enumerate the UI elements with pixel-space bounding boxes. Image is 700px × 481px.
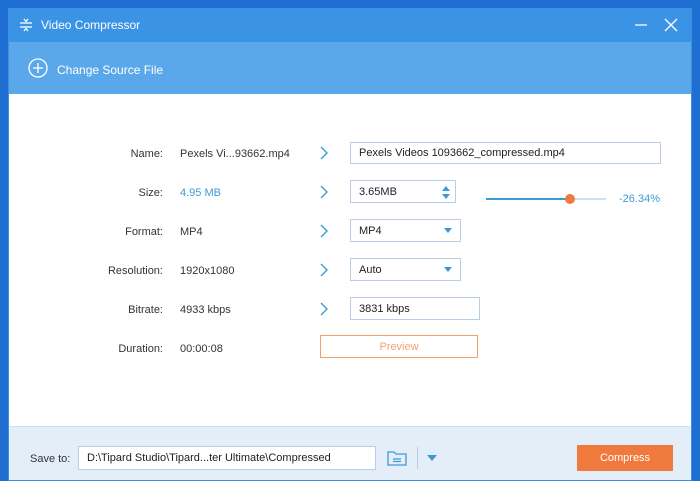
chevron-right-icon	[320, 185, 328, 199]
close-icon[interactable]	[661, 15, 681, 35]
chevron-right-icon	[320, 146, 328, 160]
size-change-percent: -26.34%	[619, 193, 660, 205]
source-resolution-value: 1920x1080	[180, 265, 235, 277]
chevron-down-icon	[427, 455, 437, 461]
save-path-value: D:\Tipard Studio\Tipard...ter Ultimate\C…	[87, 452, 331, 464]
size-label: Size:	[138, 187, 163, 199]
compressor-app-icon	[20, 18, 32, 32]
chevron-right-icon	[320, 302, 328, 316]
duration-label: Duration:	[118, 343, 163, 355]
save-path-dropdown-button[interactable]	[417, 447, 446, 469]
chevron-right-icon	[320, 263, 328, 277]
chevron-down-icon	[444, 267, 452, 272]
bitrate-label: Bitrate:	[128, 304, 163, 316]
format-selected-value: MP4	[359, 224, 382, 237]
save-footer: Save to: D:\Tipard Studio\Tipard...ter U…	[9, 426, 691, 480]
window-title: Video Compressor	[41, 18, 141, 32]
source-name-value: Pexels Vi...93662.mp4	[180, 148, 290, 160]
size-slider[interactable]	[486, 194, 606, 204]
source-size-value: 4.95 MB	[180, 187, 221, 199]
output-name-input[interactable]: Pexels Videos 1093662_compressed.mp4	[350, 142, 661, 164]
format-label: Format:	[125, 226, 163, 238]
minimize-icon[interactable]	[631, 15, 651, 35]
source-toolbar: Change Source File	[9, 42, 691, 94]
compress-button[interactable]: Compress	[577, 445, 673, 471]
source-duration-value: 00:00:08	[180, 343, 223, 355]
video-compressor-window: Video Compressor Change Source File Name…	[8, 8, 692, 481]
resolution-selected-value: Auto	[359, 263, 382, 276]
chevron-right-icon	[320, 224, 328, 238]
source-bitrate-value: 4933 kbps	[180, 304, 231, 316]
output-size-stepper[interactable]: 3.65MB	[350, 180, 456, 203]
resolution-label: Resolution:	[107, 265, 163, 277]
change-source-file-button[interactable]: Change Source File	[57, 63, 163, 77]
bitrate-output-value: 3831 kbps	[359, 302, 410, 315]
format-select[interactable]: MP4	[350, 219, 461, 242]
size-slider-fill	[486, 198, 570, 200]
spin-down-icon[interactable]	[442, 194, 450, 199]
chevron-down-icon	[444, 228, 452, 233]
source-format-value: MP4	[180, 226, 203, 238]
preview-button[interactable]: Preview	[320, 335, 478, 358]
name-label: Name:	[130, 148, 163, 160]
open-folder-icon[interactable]	[387, 449, 407, 467]
output-name-value: Pexels Videos 1093662_compressed.mp4	[359, 147, 565, 159]
title-bar: Video Compressor	[9, 9, 691, 42]
spin-up-icon[interactable]	[442, 186, 450, 191]
output-size-value: 3.65MB	[359, 185, 397, 198]
save-path-field[interactable]: D:\Tipard Studio\Tipard...ter Ultimate\C…	[78, 446, 437, 470]
size-slider-thumb[interactable]	[565, 194, 575, 204]
compression-settings-panel: Name: Pexels Vi...93662.mp4 Pexels Video…	[9, 94, 691, 426]
save-to-label: Save to:	[30, 453, 71, 465]
add-circle-icon[interactable]	[28, 58, 48, 78]
bitrate-input[interactable]: 3831 kbps	[350, 297, 480, 320]
resolution-select[interactable]: Auto	[350, 258, 461, 281]
